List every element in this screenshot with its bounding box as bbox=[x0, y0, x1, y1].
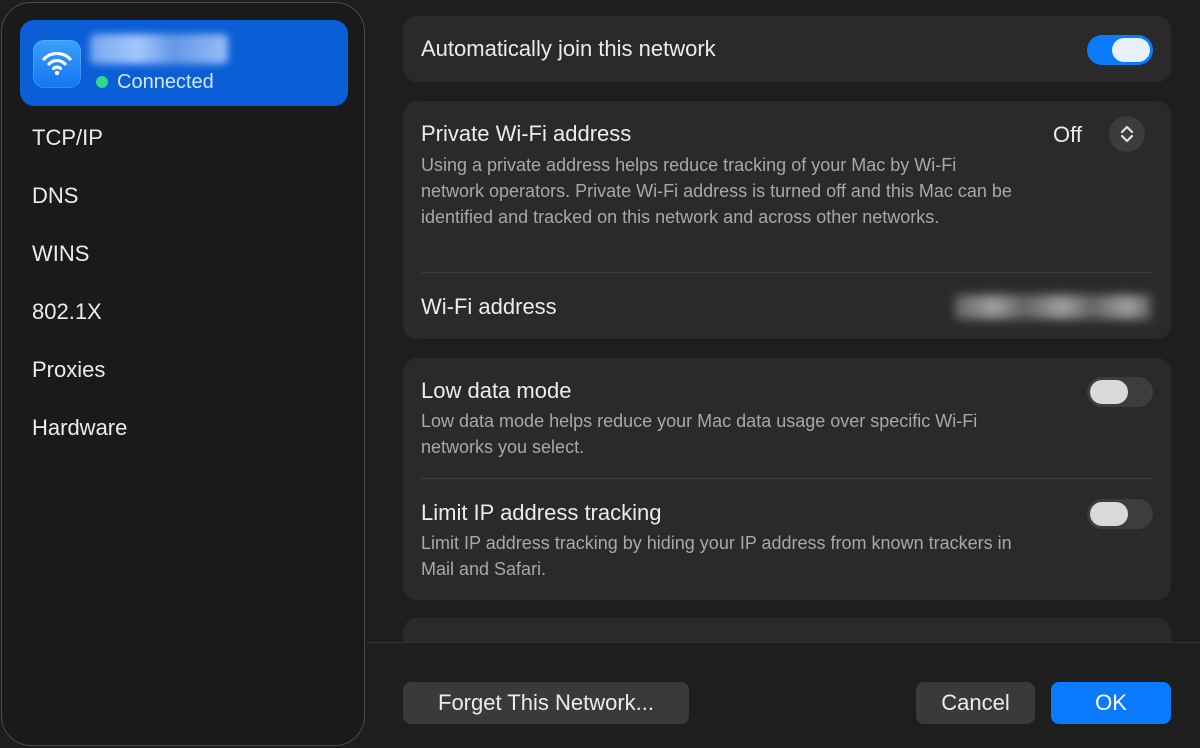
divider bbox=[421, 478, 1153, 479]
sidebar-item-tcpip[interactable]: TCP/IP bbox=[32, 123, 103, 153]
ok-button[interactable]: OK bbox=[1051, 682, 1171, 724]
connection-status: Connected bbox=[96, 70, 214, 94]
limit-ip-description: Limit IP address tracking by hiding your… bbox=[421, 533, 1012, 579]
private-address-value[interactable]: Off bbox=[1053, 122, 1082, 148]
wifi-icon bbox=[33, 40, 81, 88]
sidebar-item-8021x[interactable]: 802.1X bbox=[32, 297, 102, 327]
settings-panel: Automatically join this network Private … bbox=[366, 0, 1200, 748]
wifi-address-label: Wi-Fi address bbox=[421, 294, 557, 319]
connection-status-label: Connected bbox=[117, 70, 214, 93]
low-data-mode-label: Low data mode bbox=[421, 378, 572, 403]
dialog-footer: Forget This Network... Cancel OK bbox=[366, 642, 1200, 748]
sidebar-item-proxies[interactable]: Proxies bbox=[32, 355, 105, 385]
low-data-mode-toggle[interactable] bbox=[1087, 377, 1153, 407]
sidebar-item-network[interactable]: Connected bbox=[20, 20, 348, 106]
limit-ip-label: Limit IP address tracking bbox=[421, 500, 662, 525]
network-name-redacted bbox=[90, 34, 228, 64]
toggle-knob bbox=[1090, 502, 1128, 526]
toggle-knob bbox=[1090, 380, 1128, 404]
low-data-mode-description: Low data mode helps reduce your Mac data… bbox=[421, 411, 978, 457]
wifi-address-value-redacted bbox=[955, 295, 1151, 319]
auto-join-toggle[interactable] bbox=[1087, 35, 1153, 65]
sidebar-item-dns[interactable]: DNS bbox=[32, 181, 78, 211]
chevron-up-down-icon bbox=[1120, 125, 1134, 143]
limit-ip-toggle[interactable] bbox=[1087, 499, 1153, 529]
sidebar: Connected TCP/IP DNS WINS 802.1X Proxies… bbox=[1, 2, 365, 746]
private-address-label: Private Wi-Fi address bbox=[421, 121, 632, 146]
sidebar-item-hardware[interactable]: Hardware bbox=[32, 413, 127, 443]
cancel-button[interactable]: Cancel bbox=[916, 682, 1035, 724]
private-address-description: Using a private address helps reduce tra… bbox=[421, 155, 1012, 227]
private-address-group: Private Wi-Fi address Off Using a privat… bbox=[403, 101, 1171, 339]
auto-join-label: Automatically join this network bbox=[421, 36, 716, 61]
private-address-popup-button[interactable] bbox=[1109, 116, 1145, 152]
forget-network-button[interactable]: Forget This Network... bbox=[403, 682, 689, 724]
auto-join-group: Automatically join this network bbox=[403, 16, 1171, 82]
connected-dot-icon bbox=[96, 76, 108, 88]
sidebar-item-wins[interactable]: WINS bbox=[32, 239, 89, 269]
data-options-group: Low data mode Low data mode helps reduce… bbox=[403, 358, 1171, 600]
toggle-knob bbox=[1112, 38, 1150, 62]
divider bbox=[421, 272, 1153, 273]
